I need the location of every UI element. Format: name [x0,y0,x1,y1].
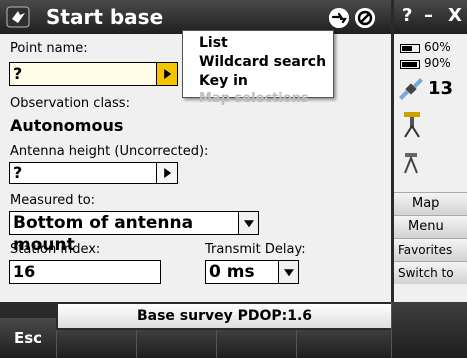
minimize-button[interactable]: – [424,5,433,26]
battery-2-level: 90% [424,56,451,70]
map-button[interactable]: Map [394,192,467,215]
menu-item-wildcard-search[interactable]: Wildcard search [199,54,326,70]
point-name-label: Point name: [10,41,88,56]
chevron-down-icon [283,269,294,277]
antenna-height-label: Antenna height (Uncorrected): [10,144,209,159]
satellite-icon[interactable] [398,76,424,106]
close-button[interactable]: X [448,5,462,26]
measured-to-label: Measured to: [10,193,96,208]
transmit-delay-value: 0 ms [209,262,255,282]
sync-icon[interactable] [329,8,349,28]
observation-class-label: Observation class: [10,96,130,111]
menu-button[interactable]: Menu [394,215,467,238]
battery-icon [400,44,420,53]
softkey-2[interactable] [136,330,216,358]
disable-icon[interactable] [355,8,375,28]
point-name-input[interactable]: ? [9,62,157,86]
menu-item-map-selections: Map selections [199,91,309,106]
menu-item-key-in[interactable]: Key in [199,73,248,89]
softkey-3[interactable] [216,330,296,358]
tripod-icon[interactable] [402,152,420,178]
favorites-button[interactable]: Favorites [394,238,467,261]
esc-button[interactable]: Esc [0,318,56,358]
switch-to-button[interactable]: Switch to [394,261,467,284]
point-name-menu-button[interactable] [156,62,178,86]
softkey-1[interactable] [56,330,136,358]
arrow-right-icon [164,168,172,178]
receiver-icon[interactable] [402,110,422,142]
measured-to-dropdown[interactable]: Bottom of antenna mount [9,211,259,255]
station-index-input[interactable]: 16 [9,260,161,284]
observation-class-value: Autonomous [10,116,124,135]
chevron-down-icon [243,220,254,228]
title-bar: Start base [0,0,391,34]
softkey-4[interactable] [296,330,391,358]
battery-1-level: 60% [424,40,451,54]
battery-icon [400,60,420,69]
arrow-right-icon [164,69,172,79]
transmit-delay-label: Transmit Delay: [205,242,306,257]
transmit-delay-dropdown[interactable]: 0 ms [205,260,299,284]
status-bar: Base survey PDOP:1.6 [58,304,391,328]
satellite-count: 13 [428,78,454,99]
window-title: Start base [46,5,164,29]
dropdown-arrow[interactable] [238,212,258,234]
trimble-app-icon[interactable] [6,5,32,29]
point-name-popup-menu: List Wildcard search Key in Map selectio… [182,30,334,106]
window-controls: ? – X [394,0,467,34]
antenna-height-input[interactable]: ? [9,162,157,184]
station-index-label: Station index: [10,242,101,257]
menu-item-list[interactable]: List [199,35,228,51]
status-side-panel: 60% 90% 13 Map Menu Favorites Switch to [394,34,467,302]
dropdown-arrow[interactable] [278,261,298,283]
softkey-5[interactable] [391,302,467,358]
antenna-height-button[interactable] [156,162,178,184]
help-button[interactable]: ? [402,5,412,26]
